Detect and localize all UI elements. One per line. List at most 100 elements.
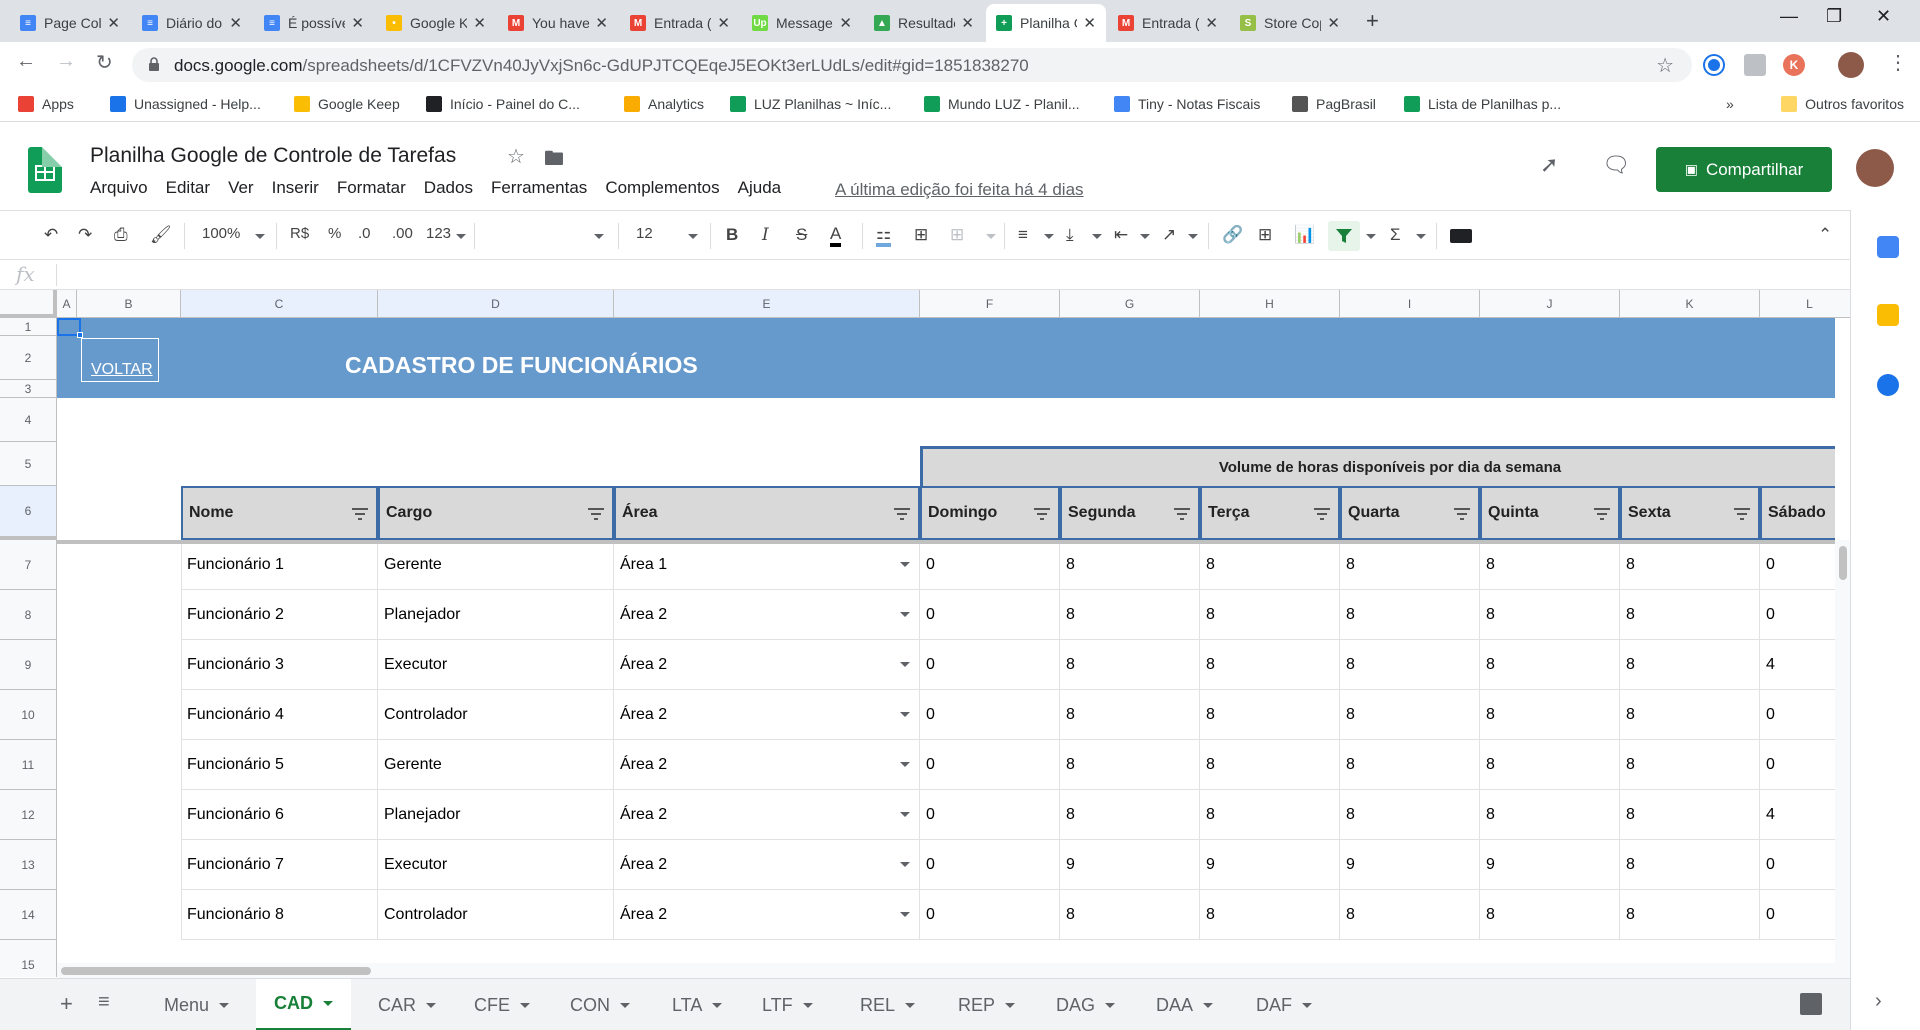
table-cell[interactable]: 0	[1760, 740, 1835, 790]
selected-cell-a1[interactable]	[57, 318, 83, 338]
bookmark-item[interactable]: Google Keep	[294, 96, 400, 112]
insert-chart-icon[interactable]: 📊	[1294, 225, 1315, 245]
column-header[interactable]: G	[1060, 290, 1200, 318]
bookmark-item[interactable]: Início - Painel do C...	[426, 96, 580, 112]
browser-tab[interactable]: S Store Cop ✕	[1230, 4, 1350, 42]
account-avatar[interactable]	[1856, 149, 1894, 187]
table-cell[interactable]: 8	[1200, 640, 1340, 690]
strikethrough-button[interactable]: S	[796, 225, 807, 245]
table-cell[interactable]: 8	[1340, 590, 1480, 640]
sheet-tab[interactable]: CAD	[256, 979, 351, 1030]
font-size-dropdown-icon[interactable]	[688, 234, 698, 239]
close-tab-icon[interactable]: ✕	[107, 14, 120, 32]
sheet-tab[interactable]: DAA	[1138, 979, 1231, 1030]
table-cell[interactable]: 8	[1620, 840, 1760, 890]
table-header-cell[interactable]: Terça	[1200, 486, 1340, 540]
table-cell[interactable]: 0	[920, 740, 1060, 790]
area-dropdown-icon[interactable]	[900, 762, 910, 767]
font-dropdown-icon[interactable]	[594, 234, 604, 239]
zoom-dropdown-icon[interactable]	[255, 234, 265, 239]
sheet-tab-menu-icon[interactable]	[712, 1002, 723, 1008]
table-cell[interactable]: 8	[1340, 540, 1480, 590]
row-header[interactable]: 14	[0, 890, 57, 940]
table-cell[interactable]: 8	[1060, 790, 1200, 840]
table-cell[interactable]: 0	[920, 890, 1060, 940]
activity-trend-icon[interactable]: ➚	[1540, 152, 1558, 178]
column-filter-icon[interactable]	[352, 508, 368, 520]
fill-color-icon[interactable]: ⚏	[876, 225, 892, 247]
table-cell[interactable]: 8	[1620, 540, 1760, 590]
close-tab-icon[interactable]: ✕	[351, 14, 364, 32]
menu-item[interactable]: Editar	[166, 178, 210, 198]
column-header[interactable]: F	[920, 290, 1060, 318]
sheet-tab-menu-icon[interactable]	[426, 1002, 437, 1008]
onepassword-icon[interactable]	[1705, 56, 1723, 74]
table-cell[interactable]: Funcionário 4	[181, 690, 378, 740]
forward-icon[interactable]: →	[56, 50, 76, 73]
table-cell[interactable]: 8	[1620, 790, 1760, 840]
table-cell[interactable]: Área 2	[614, 790, 920, 840]
column-header[interactable]: C	[181, 290, 378, 318]
table-cell[interactable]: 8	[1620, 640, 1760, 690]
row-header[interactable]: 1	[0, 318, 57, 336]
table-cell[interactable]: 4	[1760, 790, 1835, 840]
currency-format-button[interactable]: R$	[290, 225, 309, 242]
close-tab-icon[interactable]: ✕	[961, 14, 974, 32]
table-cell[interactable]: 0	[920, 540, 1060, 590]
table-cell[interactable]: 0	[920, 690, 1060, 740]
row-header[interactable]: 15	[0, 940, 57, 977]
menu-item[interactable]: Dados	[424, 178, 473, 198]
table-cell[interactable]: 4	[1760, 640, 1835, 690]
row-header[interactable]: 11	[0, 740, 57, 790]
select-all-corner[interactable]	[0, 290, 57, 318]
browser-tab[interactable]: Up Messages ✕	[742, 4, 862, 42]
row-header[interactable]: 6	[0, 486, 57, 540]
profile-avatar[interactable]	[1838, 52, 1864, 78]
row-header[interactable]: 2	[0, 336, 57, 380]
table-cell[interactable]: 0	[1760, 890, 1835, 940]
area-dropdown-icon[interactable]	[900, 812, 910, 817]
table-header-cell[interactable]: Sábado	[1760, 486, 1835, 540]
bookmarks-overflow[interactable]: »	[1726, 96, 1734, 112]
browser-tab[interactable]: M You have ✕	[498, 4, 618, 42]
sheet-tab[interactable]: REP	[940, 979, 1033, 1030]
print-icon[interactable]: ⎙	[114, 225, 128, 245]
sheet-tab[interactable]: REL	[842, 979, 933, 1030]
show-side-panel-icon[interactable]: ›	[1875, 990, 1882, 1013]
filter-button[interactable]	[1328, 221, 1360, 251]
vertical-scroll-thumb[interactable]	[1839, 546, 1847, 580]
browser-menu-icon[interactable]: ⋮	[1888, 50, 1908, 75]
sheet-tab-menu-icon[interactable]	[1005, 1002, 1016, 1008]
sheet-tab[interactable]: Menu	[146, 979, 247, 1030]
column-filter-icon[interactable]	[1034, 508, 1050, 520]
table-cell[interactable]: 8	[1340, 690, 1480, 740]
close-tab-icon[interactable]: ✕	[1205, 14, 1218, 32]
browser-tab[interactable]: + Planilha G ✕	[986, 4, 1106, 42]
move-folder-icon[interactable]: 🖿	[544, 144, 564, 178]
column-header[interactable]: A	[57, 290, 77, 318]
table-cell[interactable]: 8	[1480, 790, 1620, 840]
table-cell[interactable]: 8	[1200, 590, 1340, 640]
table-cell[interactable]: Funcionário 2	[181, 590, 378, 640]
table-cell[interactable]: 0	[920, 840, 1060, 890]
all-sheets-icon[interactable]: ≡	[98, 991, 110, 1014]
explore-icon[interactable]	[1800, 993, 1822, 1015]
table-cell[interactable]: Planejador	[378, 590, 614, 640]
table-cell[interactable]: 0	[1760, 590, 1835, 640]
bookmark-item[interactable]: Apps	[18, 96, 74, 112]
area-dropdown-icon[interactable]	[900, 912, 910, 917]
sheet-tab-menu-icon[interactable]	[620, 1002, 630, 1008]
table-cell[interactable]: Área 2	[614, 590, 920, 640]
font-family-select[interactable]	[488, 221, 608, 251]
keep-icon[interactable]	[1877, 304, 1899, 326]
sheet-tab-menu-icon[interactable]	[905, 1002, 916, 1008]
close-tab-icon[interactable]: ✕	[839, 14, 852, 32]
insert-link-icon[interactable]: 🔗	[1222, 225, 1243, 245]
table-cell[interactable]: 8	[1620, 890, 1760, 940]
table-cell[interactable]: 0	[920, 790, 1060, 840]
table-cell[interactable]: 9	[1200, 840, 1340, 890]
voltar-label[interactable]: VOLTAR	[91, 361, 153, 379]
sheet-tab-menu-icon[interactable]	[219, 1002, 230, 1008]
close-tab-icon[interactable]: ✕	[1327, 14, 1340, 32]
sheet-grid[interactable]: VOLTAR CADASTRO DE FUNCIONÁRIOS Volume d…	[57, 318, 1835, 977]
